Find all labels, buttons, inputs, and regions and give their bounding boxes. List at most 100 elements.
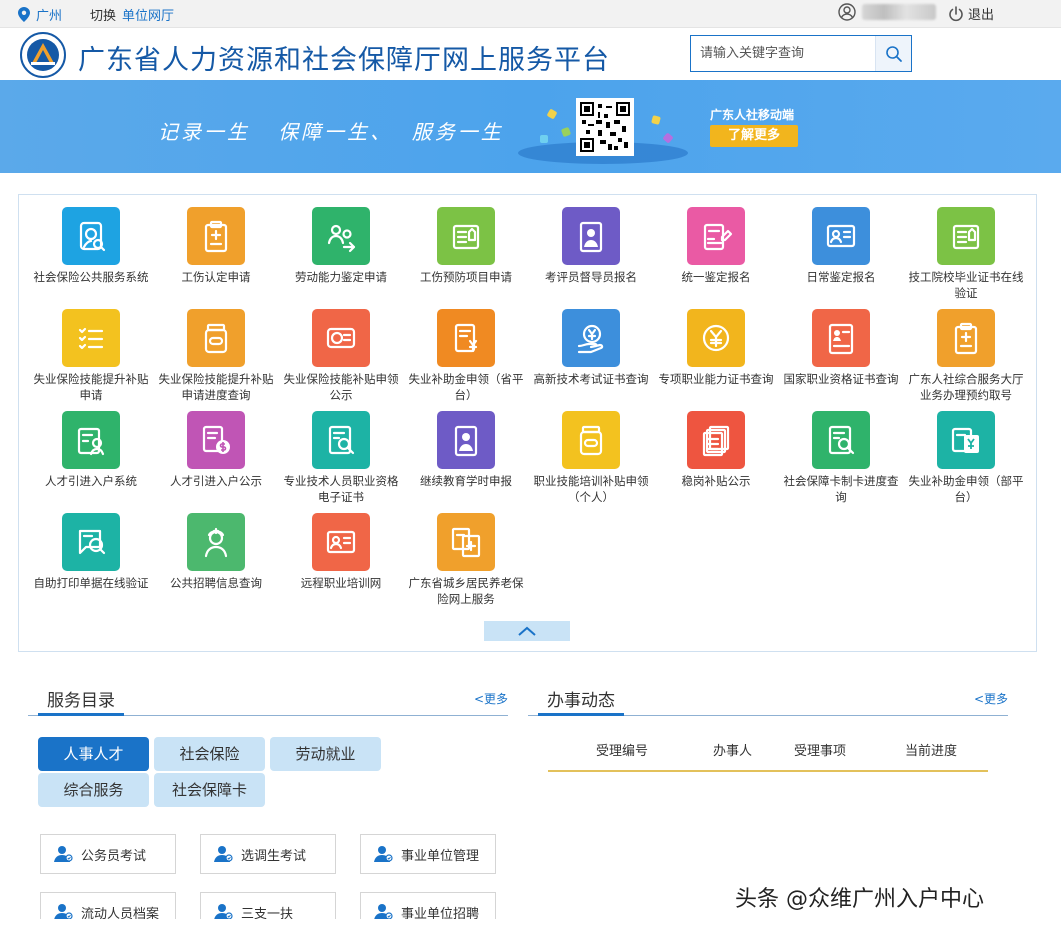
card-si-icon: [312, 309, 370, 367]
service-tile[interactable]: 社会保险公共服务系统: [29, 207, 153, 285]
user-icon: [374, 846, 393, 862]
service-tile[interactable]: 专项职业能力证书查询: [654, 309, 778, 387]
service-tile-label: 远程职业培训网: [300, 576, 382, 590]
catalog-more-link[interactable]: <更多: [474, 690, 508, 707]
service-tile[interactable]: 失业保险技能补贴申领公示: [279, 309, 403, 403]
service-tile[interactable]: 广东人社综合服务大厅业务办理预约取号: [904, 309, 1028, 403]
column-header-applicant: 办事人: [713, 744, 753, 759]
stacked-docs-icon: [687, 411, 745, 469]
service-tile[interactable]: 日常鉴定报名: [779, 207, 903, 285]
column-header-id: 受理编号: [596, 744, 649, 759]
category-tab-social-card[interactable]: 社会保障卡: [154, 773, 265, 807]
collapse-button[interactable]: [484, 621, 570, 641]
service-tile-label: 失业补助金申领（省平台）: [408, 372, 524, 402]
service-tile-label: 考评员督导员报名: [545, 270, 637, 284]
page-title: 广东省人力资源和社会保障厅网上服务平台: [78, 45, 610, 76]
service-tile-label: 专业技术人员职业资格电子证书: [283, 474, 399, 504]
catalog-service-button[interactable]: 事业单位管理: [360, 834, 496, 874]
clipboard-plus-icon: [187, 207, 245, 265]
service-tile-label: 失业保险技能补贴申领公示: [283, 372, 399, 402]
unit-hall-link[interactable]: 单位网厅: [122, 9, 174, 24]
department-logo[interactable]: [20, 32, 66, 78]
dollar-doc-icon: [187, 411, 245, 469]
service-tile[interactable]: 失业保险技能提升补贴申请: [29, 309, 153, 403]
service-tile[interactable]: 高新技术考试证书查询: [529, 309, 653, 387]
search-icon: [885, 45, 902, 62]
category-tab-employment[interactable]: 劳动就业: [270, 737, 381, 771]
catalog-header: 服务目录 <更多: [28, 686, 508, 716]
service-tile-label: 人才引进入户系统: [45, 474, 137, 488]
user-icon: [838, 3, 856, 21]
service-tile[interactable]: 失业补助金申领（部平台）: [904, 411, 1028, 505]
service-tile[interactable]: 专业技术人员职业资格电子证书: [279, 411, 403, 505]
clipboard-plus-icon: [937, 309, 995, 367]
profile-doc-icon: [812, 309, 870, 367]
service-tile[interactable]: 考评员督导员报名: [529, 207, 653, 285]
service-tile-label: 国家职业资格证书查询: [783, 372, 899, 386]
service-tile[interactable]: 公共招聘信息查询: [154, 513, 278, 591]
certificate-icon: [937, 207, 995, 265]
search-input[interactable]: [691, 36, 875, 71]
yuan-cards-icon: [937, 411, 995, 469]
id-card-icon: [812, 207, 870, 265]
search-doc-icon: [812, 411, 870, 469]
category-tab-insurance[interactable]: 社会保险: [154, 737, 265, 771]
service-tile[interactable]: 人才引进入户系统: [29, 411, 153, 489]
search-user-icon: [62, 207, 120, 265]
service-tile-label: 职业技能培训补贴申领（个人）: [533, 474, 649, 504]
service-tile[interactable]: 继续教育学时申报: [404, 411, 528, 489]
service-tile[interactable]: 技工院校毕业证书在线验证: [904, 207, 1028, 301]
service-tile[interactable]: 统一鉴定报名: [654, 207, 778, 285]
service-tile-label: 继续教育学时申报: [420, 474, 512, 488]
service-tile[interactable]: 广东省城乡居民养老保险网上服务: [404, 513, 528, 607]
catalog-service-label: 事业单位管理: [401, 848, 480, 864]
search-button[interactable]: [875, 36, 911, 71]
service-tile[interactable]: 工伤认定申请: [154, 207, 278, 285]
top-bar: 广州 切换 单位网厅 退出: [0, 0, 1061, 28]
service-tile[interactable]: 远程职业培训网: [279, 513, 403, 591]
search-si-icon: [62, 513, 120, 571]
page-bottom: [0, 919, 1061, 934]
catalog-service-button[interactable]: 选调生考试: [200, 834, 336, 874]
service-tile-label: 社会保险公共服务系统: [33, 270, 149, 284]
service-tile[interactable]: 职业技能培训补贴申领（个人）: [529, 411, 653, 505]
catalog-title: 服务目录: [38, 686, 124, 716]
id-card-icon: [312, 513, 370, 571]
site-header: 广东省人力资源和社会保障厅网上服务平台: [0, 28, 1061, 80]
category-tab-general[interactable]: 综合服务: [38, 773, 149, 807]
service-tile[interactable]: 人才引进入户公示: [154, 411, 278, 489]
service-tile[interactable]: 失业保险技能提升补贴申请进度查询: [154, 309, 278, 403]
service-tile[interactable]: 劳动能力鉴定申请: [279, 207, 403, 285]
learn-more-button[interactable]: 了解更多: [710, 125, 798, 147]
banner-slogan: 记录一生 保障一生、 服务一生: [158, 120, 504, 144]
service-tile[interactable]: 失业补助金申领（省平台）: [404, 309, 528, 403]
service-tile[interactable]: 稳岗补贴公示: [654, 411, 778, 489]
service-tile[interactable]: 社会保障卡制卡进度查询: [779, 411, 903, 505]
service-tile[interactable]: 自助打印单据在线验证: [29, 513, 153, 591]
category-tab-hr[interactable]: 人事人才: [38, 737, 149, 771]
decoration-shape: [540, 135, 548, 143]
decoration-shape: [546, 108, 558, 120]
catalog-service-button[interactable]: 公务员考试: [40, 834, 176, 874]
service-tile-label: 工伤预防项目申请: [420, 270, 512, 284]
bed-edit-icon: [687, 207, 745, 265]
people-exchange-icon: [312, 207, 370, 265]
service-tile[interactable]: 工伤预防项目申请: [404, 207, 528, 285]
user-info[interactable]: [838, 3, 936, 21]
logout-button[interactable]: 退出: [948, 4, 994, 23]
location-selector[interactable]: 广州: [18, 5, 62, 24]
search-doc-icon: [312, 411, 370, 469]
activity-header: 办事动态 <更多: [528, 686, 1008, 716]
chevron-up-icon: [518, 626, 536, 636]
service-tile-label: 广东省城乡居民养老保险网上服务: [408, 576, 524, 606]
service-tile-label: 失业保险技能提升补贴申请进度查询: [158, 372, 274, 402]
service-tile-label: 广东人社综合服务大厅业务办理预约取号: [908, 372, 1024, 402]
service-tile[interactable]: 国家职业资格证书查询: [779, 309, 903, 387]
yuan-hand-icon: [562, 309, 620, 367]
activity-more-link[interactable]: <更多: [974, 690, 1008, 707]
service-tile-label: 失业保险技能提升补贴申请: [33, 372, 149, 402]
service-tile-label: 专项职业能力证书查询: [658, 372, 774, 386]
search-box: [690, 35, 912, 72]
medicine-jar-icon: [562, 411, 620, 469]
power-icon: [949, 5, 963, 21]
